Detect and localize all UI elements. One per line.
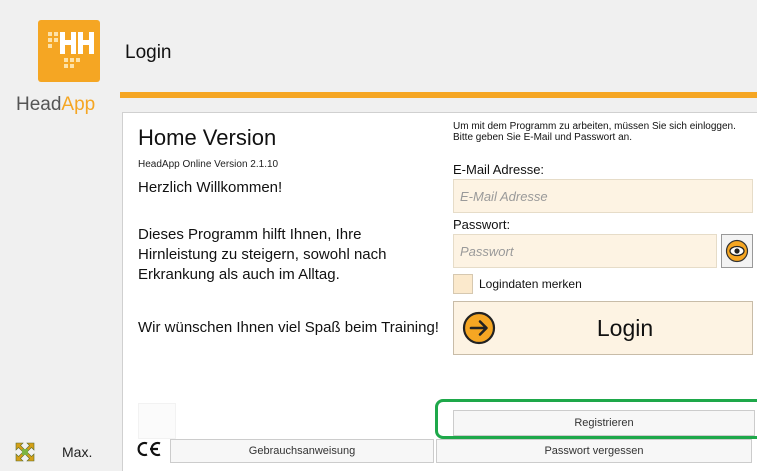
login-panel: Home Version HeadApp Online Version 2.1.…: [122, 112, 757, 471]
remember-login-option[interactable]: Logindaten merken: [453, 273, 582, 295]
version-number: HeadApp Online Version 2.1.10: [138, 159, 279, 170]
register-button[interactable]: Registrieren: [453, 410, 755, 436]
password-label: Passwort:: [453, 217, 511, 232]
header: Login: [120, 0, 757, 92]
header-accent-bar: [120, 92, 757, 98]
login-instructions: Um mit dem Programm zu arbeiten, müssen …: [453, 121, 753, 143]
page-title: Login: [125, 42, 172, 63]
email-field[interactable]: [453, 179, 753, 213]
version-title: Home Version: [138, 125, 277, 150]
manual-button[interactable]: Gebrauchsanweisung: [170, 439, 434, 463]
password-field[interactable]: [453, 234, 717, 268]
brand-name-app: App: [61, 94, 96, 115]
maximize-label: Max.: [62, 444, 93, 460]
welcome-text: Herzlich Willkommen!: [138, 179, 283, 196]
login-instructions-line2: Bitte geben Sie E-Mail und Passwort an.: [453, 132, 632, 143]
maximize-arrows-icon: [15, 442, 35, 462]
ce-mark-icon: [137, 441, 161, 457]
app-window: HeadApp Max. Login Home Version HeadApp …: [0, 0, 757, 471]
remember-login-checkbox[interactable]: [453, 274, 473, 294]
headapp-logo-icon: [38, 20, 100, 82]
forgot-password-button[interactable]: Passwort vergessen: [436, 439, 752, 463]
remember-login-label: Logindaten merken: [479, 277, 582, 291]
login-instructions-line1: Um mit dem Programm zu arbeiten, müssen …: [453, 121, 736, 132]
eye-icon: [725, 239, 749, 263]
show-password-button[interactable]: [721, 234, 753, 268]
description-text: Dieses Programm hilft Ihnen, Ihre Hirnle…: [138, 226, 387, 283]
placeholder-box: [138, 403, 176, 439]
email-label: E-Mail Adresse:: [453, 162, 545, 177]
login-button-label: Login: [596, 315, 654, 341]
login-button[interactable]: Login: [453, 301, 753, 355]
sidebar: HeadApp Max.: [0, 0, 120, 471]
wish-text: Wir wünschen Ihnen viel Spaß beim Traini…: [138, 319, 439, 336]
brand-name: HeadApp: [16, 94, 95, 116]
brand-name-head: Head: [16, 94, 62, 115]
maximize-button[interactable]: Max.: [14, 437, 114, 467]
